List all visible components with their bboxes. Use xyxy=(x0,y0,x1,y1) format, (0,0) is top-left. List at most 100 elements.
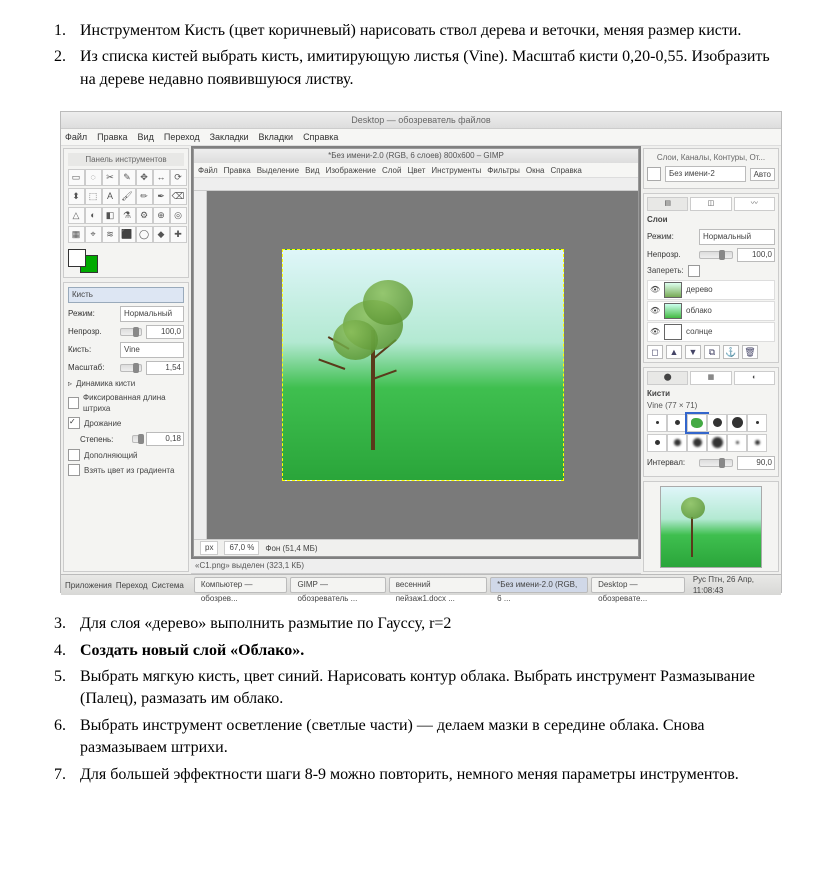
opacity-slider[interactable] xyxy=(120,328,142,336)
brush-preset[interactable] xyxy=(747,414,767,432)
menu-item[interactable]: Справка xyxy=(550,165,581,176)
canvas-viewport[interactable] xyxy=(207,191,638,539)
tool-icon[interactable]: 🖌 xyxy=(119,188,136,205)
interval-value[interactable]: 90,0 xyxy=(737,456,775,470)
anchor-layer-button[interactable]: ⚓ xyxy=(723,345,739,359)
delete-layer-button[interactable]: 🗑 xyxy=(742,345,758,359)
channels-tab[interactable]: ◫ xyxy=(690,197,731,211)
brush-preset[interactable] xyxy=(687,414,707,432)
canvas[interactable] xyxy=(282,249,564,481)
brush-preset[interactable] xyxy=(647,434,667,452)
tool-icon[interactable]: ◯ xyxy=(136,226,153,243)
tool-icon[interactable]: ⌖ xyxy=(85,226,102,243)
tool-icon[interactable]: ◆ xyxy=(153,226,170,243)
tool-icon[interactable]: ◐ xyxy=(85,207,102,224)
tool-icon[interactable]: ✂ xyxy=(102,169,119,186)
duplicate-layer-button[interactable]: ⧉ xyxy=(704,345,720,359)
tool-icon[interactable]: ⚗ xyxy=(119,207,136,224)
menu-item[interactable]: Окна xyxy=(526,165,545,176)
taskbar-item[interactable]: GIMP — обозреватель ... xyxy=(290,577,385,593)
menu-item[interactable]: Вид xyxy=(138,131,154,144)
menu-item[interactable]: Фильтры xyxy=(487,165,520,176)
tool-icon[interactable]: ◎ xyxy=(170,207,187,224)
gradients-tab[interactable]: ◐ xyxy=(734,371,775,385)
brushes-tab[interactable]: ⬤ xyxy=(647,371,688,385)
brush-preset[interactable] xyxy=(727,414,747,432)
scale-value[interactable]: 1,54 xyxy=(146,361,184,375)
taskbar-item[interactable]: Компьютер — обозрев... xyxy=(194,577,288,593)
layer-row[interactable]: 👁дерево xyxy=(647,280,775,300)
fg-color-swatch[interactable] xyxy=(68,249,86,267)
incremental-checkbox[interactable] xyxy=(68,449,80,461)
tool-icon[interactable]: ⌫ xyxy=(170,188,187,205)
tool-icon[interactable]: △ xyxy=(68,207,85,224)
layer-opacity-slider[interactable] xyxy=(699,251,733,259)
doc-selector[interactable]: Без имени-2 xyxy=(665,166,746,182)
tool-icon[interactable]: ⬚ xyxy=(85,188,102,205)
menu-item[interactable]: Справка xyxy=(303,131,338,144)
menu-item[interactable]: Слой xyxy=(382,165,401,176)
menu-item[interactable]: Цвет xyxy=(407,165,425,176)
paths-tab[interactable]: 〰 xyxy=(734,197,775,211)
brush-preset[interactable] xyxy=(667,434,687,452)
visibility-icon[interactable]: 👁 xyxy=(650,285,660,295)
tool-icon[interactable]: ↔ xyxy=(153,169,170,186)
lower-layer-button[interactable]: ▼ xyxy=(685,345,701,359)
layer-row[interactable]: 👁солнце xyxy=(647,322,775,342)
opacity-value[interactable]: 100,0 xyxy=(146,325,184,339)
menu-item[interactable]: Вкладки xyxy=(259,131,294,144)
tool-icon[interactable]: ◧ xyxy=(102,207,119,224)
interval-slider[interactable] xyxy=(699,459,733,467)
patterns-tab[interactable]: ▦ xyxy=(690,371,731,385)
tool-icon[interactable]: ✚ xyxy=(170,226,187,243)
tool-icon[interactable]: ◌ xyxy=(85,169,102,186)
os-menubar[interactable]: ФайлПравкаВидПереходЗакладкиВкладкиСправ… xyxy=(61,129,781,146)
tool-icon[interactable]: ⬍ xyxy=(68,188,85,205)
tool-icon[interactable]: ✎ xyxy=(119,169,136,186)
menu-item[interactable]: Вид xyxy=(305,165,319,176)
menu-item[interactable]: Правка xyxy=(97,131,127,144)
jitter-slider[interactable] xyxy=(132,435,142,443)
image-menubar[interactable]: ФайлПравкаВыделениеВидИзображениеСлойЦве… xyxy=(194,163,638,178)
raise-layer-button[interactable]: ▲ xyxy=(666,345,682,359)
scale-slider[interactable] xyxy=(120,364,142,372)
auto-button[interactable]: Авто xyxy=(750,168,775,181)
tool-icon[interactable]: ⊕ xyxy=(153,207,170,224)
menu-item[interactable]: Изображение xyxy=(326,165,376,176)
brush-preset[interactable] xyxy=(667,414,687,432)
brush-preset[interactable] xyxy=(707,434,727,452)
brush-preset[interactable] xyxy=(727,434,747,452)
tool-icon[interactable]: ✥ xyxy=(136,169,153,186)
fixed-length-checkbox[interactable] xyxy=(68,397,79,409)
tool-icon[interactable]: ⟳ xyxy=(170,169,187,186)
tool-icon[interactable]: ⬛ xyxy=(119,226,136,243)
brush-preset[interactable] xyxy=(707,414,727,432)
taskbar-item[interactable]: Desktop — обозревате... xyxy=(591,577,685,593)
menu-item[interactable]: Файл xyxy=(198,165,218,176)
dynamics-expand[interactable]: ▹ xyxy=(68,378,72,389)
brush-grid[interactable] xyxy=(647,414,775,452)
taskbar-item[interactable]: весенний пейзаж1.docx ... xyxy=(389,577,487,593)
navigation-preview[interactable] xyxy=(643,481,779,572)
layer-mode-dropdown[interactable]: Нормальный xyxy=(699,229,775,245)
tool-icon[interactable]: ▭ xyxy=(68,169,85,186)
tool-icon[interactable]: ✒ xyxy=(153,188,170,205)
layer-opacity-value[interactable]: 100,0 xyxy=(737,248,775,262)
brush-preset[interactable] xyxy=(687,434,707,452)
tool-icon[interactable]: ▦ xyxy=(68,226,85,243)
jitter-checkbox[interactable] xyxy=(68,417,80,429)
os-taskbar[interactable]: Приложения Переход Система Компьютер — о… xyxy=(61,574,781,595)
tool-grid[interactable]: ▭◌✂✎✥↔⟳⬍⬚A🖌✏✒⌫△◐◧⚗⚙⊕◎▦⌖≋⬛◯◆✚ xyxy=(68,169,184,243)
new-layer-button[interactable]: ◻ xyxy=(647,345,663,359)
menu-item[interactable]: Правка xyxy=(224,165,251,176)
tool-icon[interactable]: ≋ xyxy=(102,226,119,243)
visibility-icon[interactable]: 👁 xyxy=(650,306,660,316)
layers-tab[interactable]: ▤ xyxy=(647,197,688,211)
jitter-value[interactable]: 0,18 xyxy=(146,432,184,446)
lock-pixels-checkbox[interactable] xyxy=(688,265,700,277)
menu-item[interactable]: Файл xyxy=(65,131,87,144)
visibility-icon[interactable]: 👁 xyxy=(650,327,660,337)
layer-row[interactable]: 👁облако xyxy=(647,301,775,321)
color-swatches[interactable] xyxy=(68,249,98,273)
brush-preset[interactable] xyxy=(747,434,767,452)
